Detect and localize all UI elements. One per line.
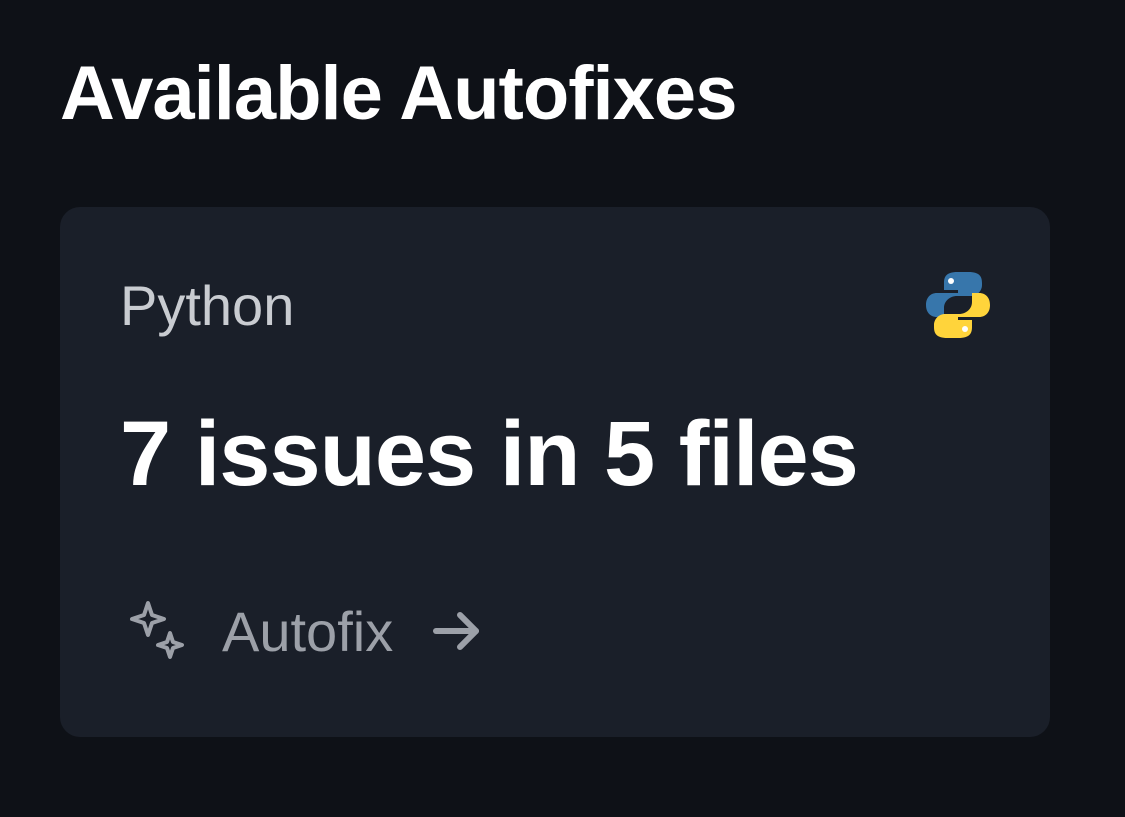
arrow-right-icon <box>428 602 486 660</box>
language-label: Python <box>120 273 294 338</box>
autofix-card: Python 7 issues in 5 files Autofix <box>60 207 1050 737</box>
autofix-button[interactable]: Autofix <box>120 595 990 667</box>
issues-summary: 7 issues in 5 files <box>120 408 990 500</box>
page-title: Available Autofixes <box>60 50 1065 137</box>
autofix-label: Autofix <box>222 599 393 664</box>
card-header: Python <box>120 272 990 338</box>
sparkles-icon <box>120 595 192 667</box>
python-icon <box>926 272 990 338</box>
